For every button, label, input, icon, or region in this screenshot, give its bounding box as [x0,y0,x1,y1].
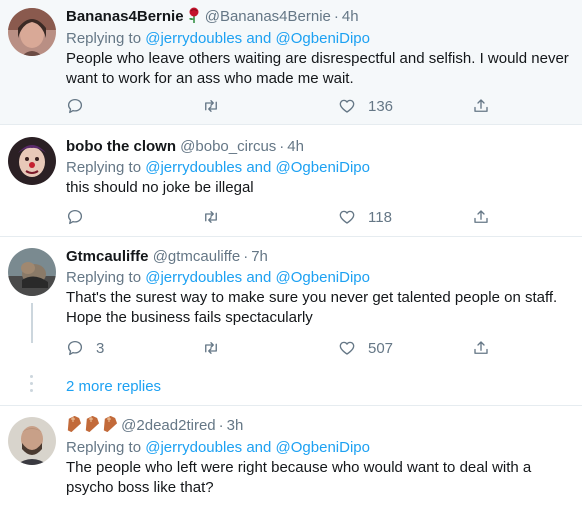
timestamp[interactable]: 4h [342,8,359,25]
replying-label: Replying to [66,159,142,176]
reply-icon [66,339,84,357]
separator-dot: · [218,417,224,434]
replying-label: Replying to [66,439,142,456]
retweet-button[interactable] [202,207,220,227]
reply-button[interactable] [66,207,96,227]
tweet[interactable]: @2dead2tired · 3h Replying to @jerrydouble… [0,406,582,509]
separator-dot: · [333,8,339,25]
reply-button[interactable] [66,96,96,116]
display-name[interactable]: Bananas4Bernie [66,8,184,25]
like-count: 118 [368,208,392,226]
tweet-text: People who leave others waiting are disr… [66,50,569,87]
replying-to: Replying to @jerrydoubles and @OgbeniDip… [66,158,370,178]
reply-icon [66,208,84,226]
replying-targets-link[interactable]: @jerrydoubles and @OgbeniDipo [145,439,370,456]
avatar[interactable] [8,248,56,296]
tweet-header: Gtmcauliffe @gtmcauliffe · 7h [66,247,268,267]
coffin-icon [66,415,82,438]
avatar[interactable] [8,8,56,56]
coffin-icon [102,415,118,438]
user-handle[interactable]: @Bananas4Bernie [205,8,331,25]
user-handle[interactable]: @2dead2tired [121,417,215,434]
coffin-icon [84,415,100,438]
rose-icon [187,7,201,29]
share-icon [472,208,490,226]
tweet[interactable]: Bananas4Bernie @Bananas4Bernie · 4h Replyi… [0,0,582,124]
like-count: 507 [368,339,394,357]
like-button[interactable]: 507 [338,338,393,358]
tweet-header: bobo the clown @bobo_circus · 4h [66,137,304,157]
retweet-button[interactable] [202,96,220,116]
tweet-actions: 118 [66,207,506,227]
like-button[interactable]: 118 [338,207,392,227]
tweet-text: That's the surest way to make sure you n… [66,289,558,326]
timestamp[interactable]: 7h [251,248,268,265]
replying-targets-link[interactable]: @jerrydoubles and @OgbeniDipo [145,269,370,286]
user-handle[interactable]: @bobo_circus [180,138,276,155]
like-button[interactable]: 136 [338,96,393,116]
thread-dots [30,375,34,396]
display-name[interactable]: Gtmcauliffe [66,248,149,265]
share-button[interactable] [472,338,490,358]
retweet-icon [202,97,220,115]
user-handle[interactable]: @gtmcauliffe [153,248,241,265]
tweet-header: @2dead2tired · 3h [66,415,244,438]
thread-line [31,303,33,343]
more-replies-link[interactable]: 2 more replies [66,377,161,397]
replying-targets-link[interactable]: @jerrydoubles and @OgbeniDipo [145,30,370,47]
tweet-actions: 136 [66,96,506,116]
separator-dot: · [279,138,285,155]
avatar[interactable] [8,137,56,185]
separator-dot: · [243,248,249,265]
replying-to: Replying to @jerrydoubles and @OgbeniDip… [66,29,370,49]
retweet-button[interactable] [202,338,220,358]
share-button[interactable] [472,207,490,227]
retweet-icon [202,208,220,226]
heart-icon [338,97,356,115]
tweet-text: this should no joke be illegal [66,179,254,196]
timestamp[interactable]: 4h [287,138,304,155]
share-icon [472,97,490,115]
timestamp[interactable]: 3h [227,417,244,434]
share-icon [472,339,490,357]
heart-icon [338,339,356,357]
avatar[interactable] [8,417,56,465]
tweet-actions: 3 507 [66,338,506,358]
tweet[interactable]: bobo the clown @bobo_circus · 4h Replying … [0,125,582,235]
reply-button[interactable]: 3 [66,338,104,358]
replying-targets-link[interactable]: @jerrydoubles and @OgbeniDipo [145,159,370,176]
replying-label: Replying to [66,269,142,286]
tweet-text: The people who left were right because w… [66,459,532,496]
reply-count: 3 [96,339,105,357]
tweet-header: Bananas4Bernie @Bananas4Bernie · 4h [66,7,359,29]
replying-to: Replying to @jerrydoubles and @OgbeniDip… [66,268,370,288]
replying-label: Replying to [66,30,142,47]
replying-to: Replying to @jerrydoubles and @OgbeniDip… [66,438,370,458]
like-count: 136 [368,97,394,115]
reply-icon [66,97,84,115]
display-name[interactable]: bobo the clown [66,138,176,155]
retweet-icon [202,339,220,357]
heart-icon [338,208,356,226]
tweet[interactable]: Gtmcauliffe @gtmcauliffe · 7h Replying to … [0,237,582,404]
share-button[interactable] [472,96,490,116]
